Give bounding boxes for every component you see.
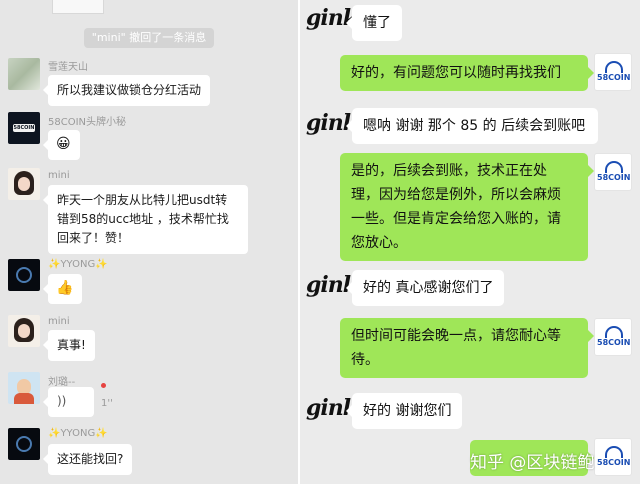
message-text: 这还能找回? <box>57 452 124 466</box>
message-line: 待。 <box>351 352 379 368</box>
support-avatar[interactable]: 58COIN <box>594 153 632 191</box>
sender-name: mini <box>48 316 70 327</box>
voice-wave-icon: )) <box>57 394 67 408</box>
recall-notice: "mini" 撤回了一条消息 <box>84 28 214 48</box>
image-thumbnail[interactable] <box>52 0 104 14</box>
avatar-logo-text: 58COIN <box>597 458 631 467</box>
message-line: 回来了！赞！ <box>57 231 130 245</box>
message-line: 错到58的ucc地址 ，技术帮忙找 <box>57 212 229 226</box>
sender-name: ✨YYONG✨ <box>48 428 108 439</box>
message-line: 一些。但是肯定会给您入账的，请 <box>351 211 561 227</box>
avatar[interactable]: 58COIN <box>8 112 40 144</box>
support-avatar[interactable]: 58COIN <box>594 438 632 476</box>
right-chat-panel: gink 懂了 好的，有问题您可以随时再找我们 58COIN gink 嗯呐 谢… <box>300 0 640 484</box>
coin-mark-icon <box>605 446 623 458</box>
unread-dot <box>101 383 106 388</box>
avatar[interactable] <box>8 315 40 347</box>
face-shape <box>18 324 30 338</box>
avatar-logo-text: 58COIN <box>597 338 631 347</box>
message-bubble[interactable]: 真事! <box>43 330 95 361</box>
ring-shape <box>16 267 32 283</box>
message-bubble[interactable]: 这还能找回? <box>42 444 133 475</box>
sender-name: ✨YYONG✨ <box>48 259 108 270</box>
message-text: 好的 真心感谢您们了 <box>363 280 494 296</box>
face-shape <box>18 177 30 191</box>
message-bubble[interactable]: 昨天一个朋友从比特儿把usdt转 错到58的ucc地址 ，技术帮忙找 回来了！赞… <box>43 185 248 254</box>
avatar[interactable] <box>8 428 40 460</box>
avatar-logo-text: 58COIN <box>597 73 631 82</box>
support-avatar[interactable]: 58COIN <box>594 318 632 356</box>
message-bubble[interactable]: 嗯呐 谢谢 那个 85 的 后续会到账吧 <box>346 108 598 144</box>
message-bubble[interactable]: 好的 谢谢您们 <box>345 393 463 429</box>
message-text: 好的 谢谢您们 <box>363 403 452 419</box>
coin-mark-icon <box>605 326 623 338</box>
left-chat-panel: "mini" 撤回了一条消息 雪莲天山 所以我建议做锁仓分红活动 58COIN … <box>0 0 298 484</box>
message-bubble[interactable]: 但时间可能会晚一点，请您耐心等 待。 <box>340 318 594 378</box>
voice-message-bubble[interactable]: )) <box>43 387 94 417</box>
message-bubble[interactable]: 是的，后续会到账，技术正在处 理，因为给您是例外，所以会麻烦 一些。但是肯定会给… <box>340 153 594 261</box>
message-text: 真事! <box>57 338 86 352</box>
avatar[interactable] <box>8 58 40 90</box>
message-text: 所以我建议做锁仓分红活动 <box>57 83 202 97</box>
coin-mark-icon <box>605 161 623 173</box>
avatar[interactable] <box>8 168 40 200</box>
avatar-logo-text: 58COIN <box>597 173 631 182</box>
message-text: 好的，有问题您可以随时再找我们 <box>351 65 561 81</box>
message-text: 懂了 <box>363 15 391 31</box>
message-bubble[interactable]: 好的，有问题您可以随时再找我们 <box>340 55 594 91</box>
avatar[interactable] <box>8 259 40 291</box>
message-bubble[interactable]: 👍 <box>43 274 82 304</box>
message-line: 昨天一个朋友从比特儿把usdt转 <box>57 193 228 207</box>
emoji-grin-icon: 😀 <box>56 136 71 152</box>
avatar[interactable] <box>8 372 40 404</box>
body-shape <box>14 393 34 404</box>
sender-name: mini <box>48 170 70 181</box>
zhihu-watermark: 知乎 @区块链鲍 <box>470 453 595 473</box>
sender-name: 58COIN头牌小秘 <box>48 117 127 128</box>
message-bubble[interactable]: 懂了 <box>346 5 402 41</box>
message-line: 理，因为给您是例外，所以会麻烦 <box>351 187 561 203</box>
message-text: 嗯呐 谢谢 那个 85 的 后续会到账吧 <box>363 118 586 134</box>
coin-mark-icon <box>605 61 623 73</box>
message-line: 是的，后续会到账，技术正在处 <box>351 163 547 179</box>
sender-name: 刘璐-- <box>48 377 76 388</box>
ring-shape <box>16 436 32 452</box>
message-bubble[interactable]: 😀 <box>43 130 80 160</box>
coin-logo: 58COIN <box>13 124 35 132</box>
support-avatar[interactable]: 58COIN <box>594 53 632 91</box>
message-bubble[interactable]: 好的 真心感谢您们了 <box>345 270 505 306</box>
sender-name: 雪莲天山 <box>48 62 88 73</box>
message-line: 但时间可能会晚一点，请您耐心等 <box>351 328 561 344</box>
voice-duration: 1'' <box>101 398 113 409</box>
message-line: 您放心。 <box>351 235 407 251</box>
message-bubble[interactable]: 所以我建议做锁仓分红活动 <box>42 75 211 106</box>
thumbs-up-icon: 👍 <box>56 280 74 296</box>
